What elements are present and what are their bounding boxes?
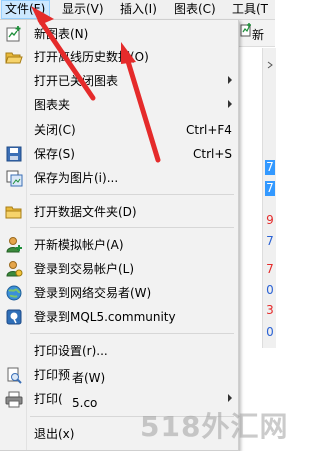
add-account-icon <box>6 237 22 253</box>
data-folder-icon <box>5 206 22 219</box>
background-chevron-icon <box>265 58 275 73</box>
menu-item-label: 打开已关闭图表 <box>34 74 119 88</box>
background-number: 9 <box>266 213 274 227</box>
new-chart-icon[interactable] <box>240 23 252 37</box>
menu-item-new-chart[interactable]: 新图表(N) <box>0 23 238 45</box>
menu-item-open-demo-account[interactable]: 开新模拟帐户(A) <box>0 234 238 256</box>
menu-item-login-web-trader[interactable]: 登录到网络交易者(W) <box>0 282 238 304</box>
menu-insert[interactable]: 插入(I) <box>120 0 157 19</box>
menu-item-open-offline[interactable]: 打开离线历史数据(O) <box>0 46 238 68</box>
menu-file-label: 文件(F) <box>5 2 46 16</box>
login-account-icon <box>6 261 23 277</box>
menu-item-label: 登录到MQL5.community <box>34 310 176 324</box>
menu-item-label: 登录到网络交易者(W) <box>34 286 152 300</box>
menu-item-login-trade-account[interactable]: 登录到交易帐户(L) <box>0 258 238 280</box>
background-number: 3 <box>266 303 274 317</box>
submenu-arrow-icon <box>228 394 232 402</box>
menu-item-label: 登录到交易帐户(L) <box>34 262 135 276</box>
menu-item-label: 退出(x) <box>34 427 75 441</box>
shortcut-label: Ctrl+S <box>193 147 233 161</box>
background-number: 7 <box>266 234 274 248</box>
menu-tools[interactable]: 工具(T <box>232 0 268 19</box>
file-menu: 新图表(N) 打开离线历史数据(O) 打开已关闭图表 图表夹 关闭(C) Ctr… <box>0 19 239 451</box>
menu-item-label: 关闭(C) <box>34 123 76 137</box>
print-preview-icon <box>7 367 22 384</box>
submenu-arrow-icon <box>228 76 232 84</box>
menu-separator <box>30 194 234 195</box>
menu-item-label: 保存为图片(i)... <box>34 171 119 185</box>
menu-item-print-setup[interactable]: 打印设置(r)... <box>0 340 238 362</box>
menu-item-save-as-picture[interactable]: 保存为图片(i)... <box>0 167 238 189</box>
menu-item-label: 开新模拟帐户(A) <box>34 238 124 252</box>
menu-item-chart-folder[interactable]: 图表夹 <box>0 94 238 116</box>
menu-item-label: 新图表(N) <box>34 27 89 41</box>
menu-separator <box>30 227 234 228</box>
menu-item-label: 打印设置(r)... <box>34 344 108 358</box>
save-image-icon <box>6 170 23 187</box>
menu-charts[interactable]: 图表(C) <box>174 0 216 19</box>
save-icon <box>6 146 22 162</box>
watermark: 518外汇网 <box>140 410 289 443</box>
background-number: 7 <box>265 160 275 175</box>
menu-item-open-data-folder[interactable]: 打开数据文件夹(D) <box>0 201 238 223</box>
menu-item-login-mql5[interactable]: 登录到MQL5.community <box>0 306 238 328</box>
overlay-fragment: 者(W) <box>72 371 106 385</box>
menu-item-save[interactable]: 保存(S) Ctrl+S <box>0 143 238 165</box>
menu-view[interactable]: 显示(V) <box>62 0 104 19</box>
menu-item-label: 保存(S) <box>34 147 75 161</box>
menu-item-label: 打印( <box>34 392 63 406</box>
background-number: 7 <box>265 181 275 196</box>
web-trader-icon <box>6 285 22 301</box>
menu-file[interactable]: 文件(F) <box>1 0 50 19</box>
background-toolbar: 新 <box>238 20 275 47</box>
menu-item-close[interactable]: 关闭(C) Ctrl+F4 <box>0 119 238 141</box>
mql5-icon <box>6 309 22 325</box>
menu-separator <box>30 333 234 334</box>
print-icon <box>5 391 23 408</box>
shortcut-label: Ctrl+F4 <box>186 123 232 137</box>
submenu-arrow-icon <box>228 100 232 108</box>
open-folder-icon <box>5 52 23 64</box>
new-chart-icon <box>6 26 21 42</box>
menu-item-reopen-closed[interactable]: 打开已关闭图表 <box>0 70 238 92</box>
overlay-fragment: 5.co <box>72 396 98 410</box>
background-number: 7 <box>266 262 274 276</box>
toolbar-new-label[interactable]: 新 <box>252 26 264 43</box>
menu-item-label: 打开数据文件夹(D) <box>34 205 137 219</box>
background-number: 0 <box>266 325 274 339</box>
menu-bar: 文件(F) 显示(V) 插入(I) 图表(C) 工具(T <box>0 0 275 20</box>
menu-item-label: 图表夹 <box>34 98 71 112</box>
background-number: 0 <box>266 283 274 297</box>
menu-item-print-preview[interactable]: 打印预 <box>0 364 238 386</box>
menu-item-label: 打印预 <box>34 368 71 382</box>
menu-item-label: 打开离线历史数据(O) <box>34 50 149 64</box>
